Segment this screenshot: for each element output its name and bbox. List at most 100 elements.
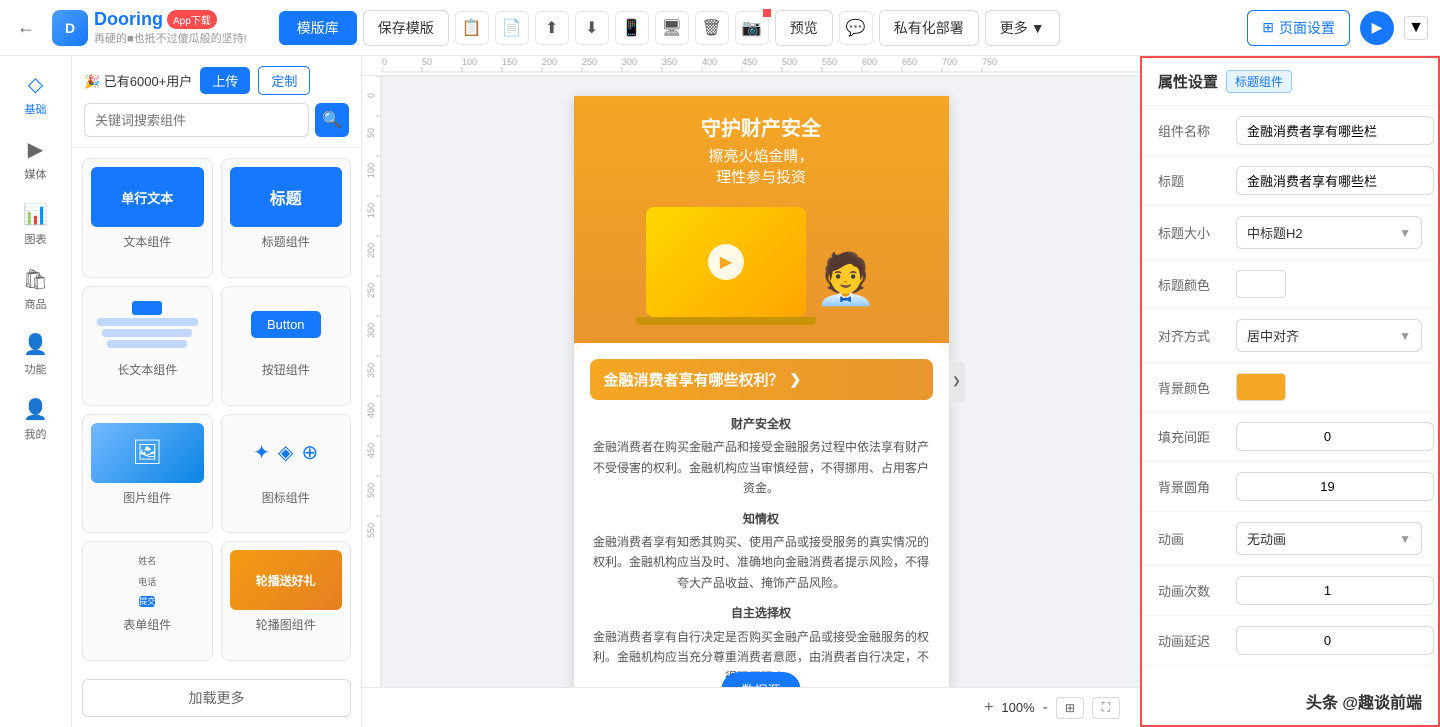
file-icon[interactable]: 📄 <box>495 11 529 45</box>
title-preview: 标题 <box>230 167 343 227</box>
top-nav: ← D Dooring App下载 再硬的■也抵不过傻瓜般的坚持! 模版库 保存… <box>0 0 1440 56</box>
svg-text:100: 100 <box>462 57 477 67</box>
dropdown-button[interactable]: ▼ <box>1404 16 1428 40</box>
border-radius-input[interactable] <box>1236 472 1434 501</box>
icon-group-component[interactable]: ✦ ◈ ⊕ 图标组件 <box>221 414 352 534</box>
svg-text:500: 500 <box>366 483 376 498</box>
panel-title: 属性设置 <box>1158 71 1218 92</box>
search-input[interactable] <box>84 103 309 137</box>
content-card[interactable]: 金融消费者享有哪些权利？ ❯ 财产安全权 金融消费者在购买金融产品和接受金融服务… <box>574 343 949 687</box>
fullscreen-button[interactable]: ⛶ <box>1092 697 1120 719</box>
svg-text:500: 500 <box>782 57 797 67</box>
page-canvas[interactable]: 守护财产安全 擦亮火焰金睛， 理性参与投资 ▶ <box>574 96 949 687</box>
padding-input[interactable] <box>1236 422 1434 451</box>
private-deploy-button[interactable]: 私有化部署 <box>879 10 979 46</box>
anim-count-input[interactable] <box>1236 576 1434 605</box>
bg-color-swatch[interactable] <box>1236 373 1286 401</box>
svg-text:650: 650 <box>902 57 917 67</box>
form-component[interactable]: 姓名 电话 提交 表单组件 <box>82 541 213 661</box>
canvas-area: 0 50 100 150 200 250 300 350 400 450 500… <box>362 56 1140 727</box>
border-radius-label: 背景圆角 <box>1158 477 1228 496</box>
title-color-swatch[interactable] <box>1236 270 1286 298</box>
ruler-top: 0 50 100 150 200 250 300 350 400 450 500… <box>362 56 1140 76</box>
desktop-icon[interactable]: 🖥 <box>655 11 689 45</box>
title-input[interactable] <box>1236 166 1434 195</box>
sidebar-item-function[interactable]: 👤 功能 <box>6 324 66 385</box>
zoom-add-button[interactable]: + <box>984 699 993 717</box>
expand-handle[interactable]: ❯ <box>949 362 965 402</box>
canvas-wrapper[interactable]: 0 50 100 150 200 250 300 350 400 450 500… <box>362 76 1140 687</box>
copy-icon[interactable]: 📋 <box>455 11 489 45</box>
user-avatar[interactable]: ▶ <box>1360 11 1394 45</box>
sidebar-item-chart-label: 图表 <box>25 231 47 247</box>
save-template-button[interactable]: 保存模版 <box>363 10 449 46</box>
animation-arrow-icon: ▼ <box>1399 532 1411 546</box>
comp-name-input[interactable] <box>1236 116 1434 145</box>
page-settings-button[interactable]: ⊞ 页面设置 <box>1247 10 1350 46</box>
svg-text:400: 400 <box>366 403 376 418</box>
image-component[interactable]: 🖼 图片组件 <box>82 414 213 534</box>
sidebar-item-media[interactable]: ▶ 媒体 <box>6 129 66 190</box>
section-text-2: 金融消费者享有知悉其购买、使用产品或接受服务的真实情况的权利。金融机构应当及时、… <box>590 532 933 593</box>
title-size-select[interactable]: 中标题H2 ▼ <box>1236 216 1422 249</box>
media-icon: ▶ <box>28 137 43 162</box>
svg-text:200: 200 <box>542 57 557 67</box>
prop-anim-count: 动画次数 <box>1142 566 1438 616</box>
align-select[interactable]: 居中对齐 ▼ <box>1236 319 1422 352</box>
single-text-component[interactable]: 单行文本 文本组件 <box>82 158 213 278</box>
preview-button[interactable]: 预览 <box>775 10 833 46</box>
title-component[interactable]: 标题 标题组件 <box>221 158 352 278</box>
custom-button[interactable]: 定制 <box>258 66 310 95</box>
logo-text: Dooring <box>94 9 163 30</box>
load-more-button[interactable]: 加载更多 <box>82 679 351 717</box>
icon-group-preview: ✦ ◈ ⊕ <box>230 423 343 483</box>
panel-component-tag: 标题组件 <box>1226 70 1292 93</box>
logo-icon: D <box>52 10 88 46</box>
search-button[interactable]: 🔍 <box>315 103 349 137</box>
sidebar-item-chart[interactable]: 📊 图表 <box>6 194 66 255</box>
carousel-component[interactable]: 轮播送好礼 轮播图组件 <box>221 541 352 661</box>
delete-icon[interactable]: 🗑 <box>695 11 729 45</box>
svg-text:200: 200 <box>366 243 376 258</box>
zoom-minus-button[interactable]: - <box>1043 699 1048 717</box>
upload-icon[interactable]: ⬆ <box>535 11 569 45</box>
product-icon: 🛍 <box>23 267 48 292</box>
svg-text:100: 100 <box>366 163 376 178</box>
align-value: 居中对齐 <box>1247 326 1299 345</box>
title-label: 标题组件 <box>262 233 310 250</box>
template-library-button[interactable]: 模版库 <box>279 11 357 45</box>
svg-text:750: 750 <box>982 57 997 67</box>
datasource-button[interactable]: 数据源 <box>721 672 800 687</box>
more-button[interactable]: 更多 ▼ <box>985 10 1060 46</box>
image-preview: 🖼 <box>91 423 204 483</box>
camera-icon[interactable]: 📷 <box>735 11 769 45</box>
single-text-label: 文本组件 <box>123 233 171 250</box>
anim-delay-input[interactable] <box>1236 626 1434 655</box>
download-icon[interactable]: ⬇ <box>575 11 609 45</box>
sidebar-item-product[interactable]: 🛍 商品 <box>6 259 66 320</box>
svg-text:300: 300 <box>366 323 376 338</box>
form-preview: 姓名 电话 提交 <box>91 550 204 610</box>
zoom-controls: + 100% - ⊞ ⛶ <box>984 697 1120 719</box>
animation-label: 动画 <box>1158 529 1228 548</box>
nav-toolbar: 模版库 保存模版 📋 📄 ⬆ ⬇ 📱 🖥 🗑 📷 预览 💬 私有化部署 更多 ▼ <box>279 10 1060 46</box>
grid-view-button[interactable]: ⊞ <box>1056 697 1084 719</box>
mobile-icon[interactable]: 📱 <box>615 11 649 45</box>
main-layout: ◇ 基础 ▶ 媒体 📊 图表 🛍 商品 👤 功能 👤 我的 🎉 已有6000+用… <box>0 56 1440 727</box>
sidebar-item-function-label: 功能 <box>25 361 47 377</box>
right-properties-panel: 属性设置 标题组件 组件名称 标题 标题大小 中标题H2 ▼ 标题颜色 对 <box>1140 56 1440 727</box>
play-button-icon[interactable]: ▶ <box>708 244 744 280</box>
upload-button[interactable]: 上传 <box>200 67 250 94</box>
left-sidebar: ◇ 基础 ▶ 媒体 📊 图表 🛍 商品 👤 功能 👤 我的 <box>0 56 72 727</box>
share-icon[interactable]: 💬 <box>839 11 873 45</box>
logo-badge[interactable]: App下载 <box>167 10 217 29</box>
back-button[interactable]: ← <box>12 14 40 42</box>
long-text-component[interactable]: 长文本组件 <box>82 286 213 406</box>
page-canvas-container[interactable]: 守护财产安全 擦亮火焰金睛， 理性参与投资 ▶ <box>574 96 949 667</box>
animation-select[interactable]: 无动画 ▼ <box>1236 522 1422 555</box>
prop-border-radius: 背景圆角 <box>1142 462 1438 512</box>
sidebar-item-basic[interactable]: ◇ 基础 <box>6 64 66 125</box>
sidebar-item-mine[interactable]: 👤 我的 <box>6 389 66 450</box>
button-component[interactable]: Button 按钮组件 <box>221 286 352 406</box>
content-card-title: 金融消费者享有哪些权利？ ❯ <box>590 359 933 400</box>
